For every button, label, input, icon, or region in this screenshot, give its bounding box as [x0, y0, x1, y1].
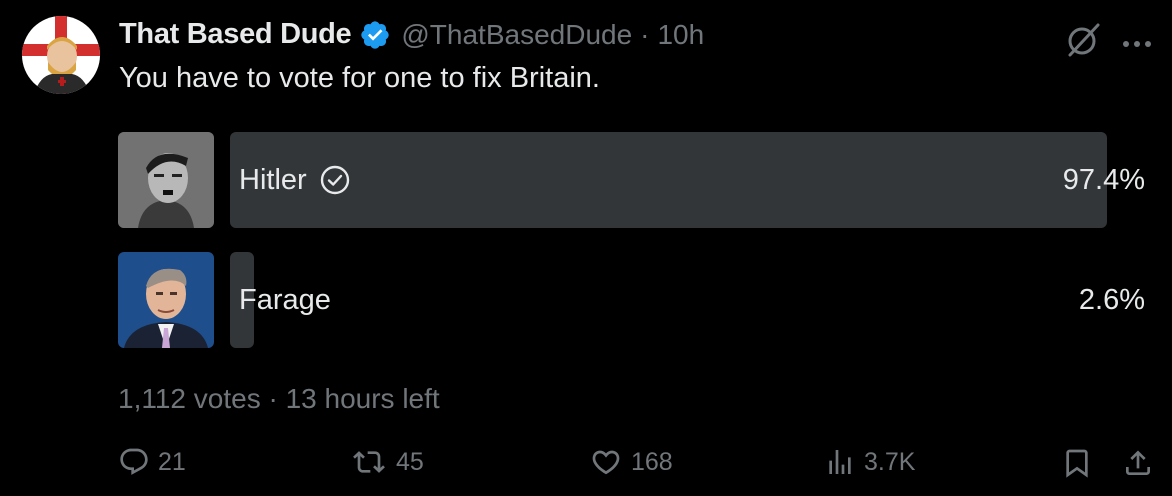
header-separator: ·: [640, 18, 650, 50]
like-button[interactable]: 168: [589, 446, 673, 478]
reply-icon: [120, 448, 148, 475]
poll-option-hitler: Hitler 97.4%: [118, 132, 1145, 228]
more-options-icon[interactable]: [1118, 36, 1158, 47]
grok-icon[interactable]: [1064, 21, 1102, 59]
views-button[interactable]: 3.7K: [824, 446, 915, 478]
poll-option-image: [118, 132, 214, 228]
poll-option-label-row: Farage: [239, 252, 331, 348]
poll-option-label: Farage: [239, 283, 331, 316]
poll-option-image: [118, 252, 214, 348]
views-count: 3.7K: [864, 447, 916, 476]
repost-button[interactable]: 45: [350, 446, 424, 478]
reply-button[interactable]: 21: [118, 446, 186, 478]
checkmark-circle-icon: [319, 164, 351, 196]
poll-option-percent: 97.4%: [1062, 163, 1145, 196]
post-header: That Based Dude @ThatBasedDude · 10h: [119, 18, 704, 51]
heart-icon: [592, 450, 620, 475]
repost-icon: [353, 451, 385, 473]
share-button[interactable]: [1122, 446, 1162, 480]
verified-badge-icon[interactable]: [359, 19, 391, 51]
poll-meta-separator: ·: [268, 383, 278, 414]
like-count: 168: [631, 447, 673, 476]
poll-option-label: Hitler: [239, 163, 307, 196]
poll-meta: 1,112 votes · 13 hours left: [118, 383, 440, 415]
poll-option-percent: 2.6%: [1078, 283, 1145, 316]
poll-option-label-row: Hitler: [239, 132, 351, 228]
poll-result-track: [230, 132, 1130, 228]
author-name[interactable]: That Based Dude: [119, 18, 352, 51]
post-text: You have to vote for one to fix Britain.: [119, 62, 600, 94]
author-avatar[interactable]: [22, 16, 100, 94]
analytics-icon: [829, 450, 851, 474]
reply-count: 21: [158, 447, 186, 476]
poll-vote-count: 1,112 votes: [118, 383, 261, 414]
bookmark-icon: [1066, 449, 1088, 478]
repost-count: 45: [396, 447, 424, 476]
share-icon: [1126, 450, 1150, 475]
post-time[interactable]: 10h: [657, 19, 704, 51]
poll-time-left: 13 hours left: [285, 383, 440, 414]
poll-result-bar: [230, 132, 1107, 228]
poll-result-track: [230, 252, 1130, 348]
bookmark-button[interactable]: [1061, 446, 1101, 480]
poll-option-farage: Farage 2.6%: [118, 252, 1145, 348]
author-handle[interactable]: @ThatBasedDude: [401, 19, 632, 51]
